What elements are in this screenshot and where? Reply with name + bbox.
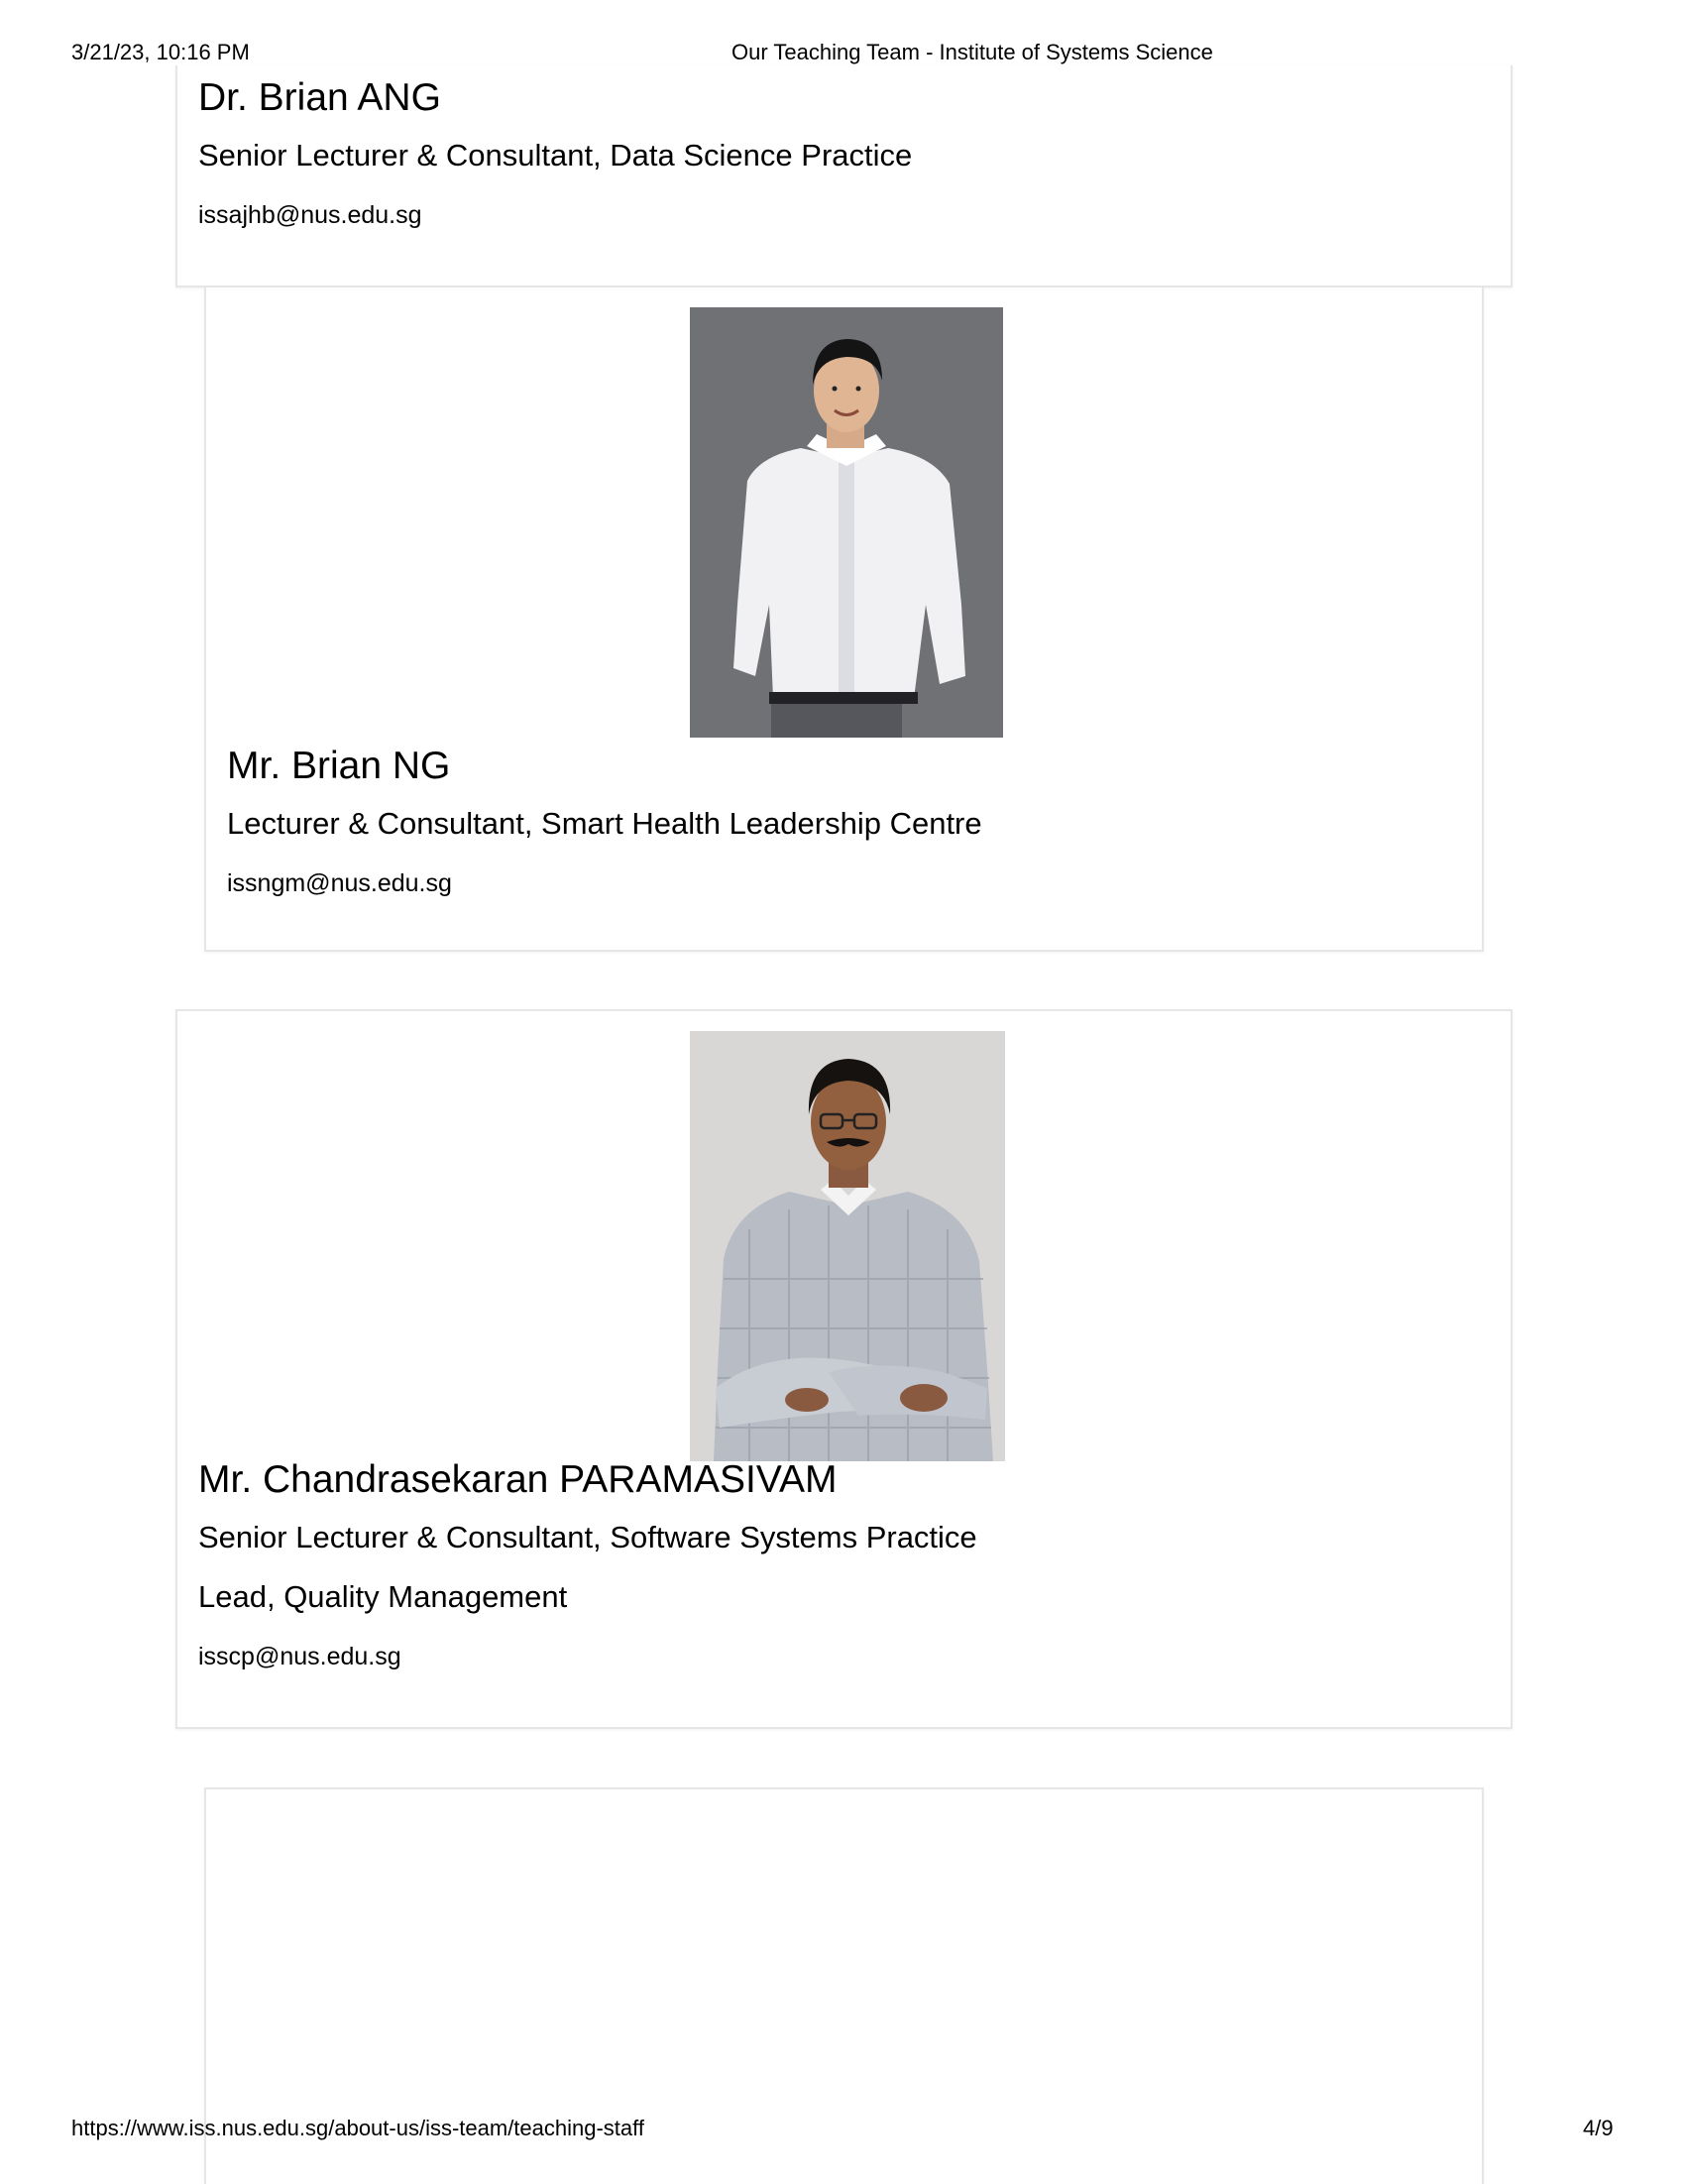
staff-photo <box>690 307 1003 738</box>
print-datetime: 3/21/23, 10:16 PM <box>71 40 250 64</box>
staff-card: Mr. Brian NG Lecturer & Consultant, Smar… <box>204 287 1484 952</box>
staff-name: Mr. Chandrasekaran PARAMASIVAM <box>198 1458 838 1501</box>
staff-email[interactable]: isscp@nus.edu.sg <box>198 1642 401 1671</box>
staff-role: Lead, Quality Management <box>198 1579 568 1614</box>
print-page-number: 4/9 <box>1583 2116 1614 2140</box>
staff-name: Dr. Brian ANG <box>198 76 441 119</box>
staff-role: Senior Lecturer & Consultant, Data Scien… <box>198 138 913 172</box>
print-url: https://www.iss.nus.edu.sg/about-us/iss-… <box>71 2116 644 2140</box>
staff-card: Mr. Chandrasekaran PARAMASIVAM Senior Le… <box>175 1009 1513 1729</box>
staff-card: Dr. Brian ANG Senior Lecturer & Consulta… <box>175 65 1513 287</box>
staff-email[interactable]: issngm@nus.edu.sg <box>227 868 452 898</box>
staff-photo <box>690 1031 1005 1461</box>
print-page-title: Our Teaching Team - Institute of Systems… <box>731 40 1213 64</box>
staff-name: Mr. Brian NG <box>227 745 451 787</box>
staff-role: Senior Lecturer & Consultant, Software S… <box>198 1520 977 1554</box>
staff-email[interactable]: issajhb@nus.edu.sg <box>198 200 422 230</box>
staff-role: Lecturer & Consultant, Smart Health Lead… <box>227 806 982 841</box>
